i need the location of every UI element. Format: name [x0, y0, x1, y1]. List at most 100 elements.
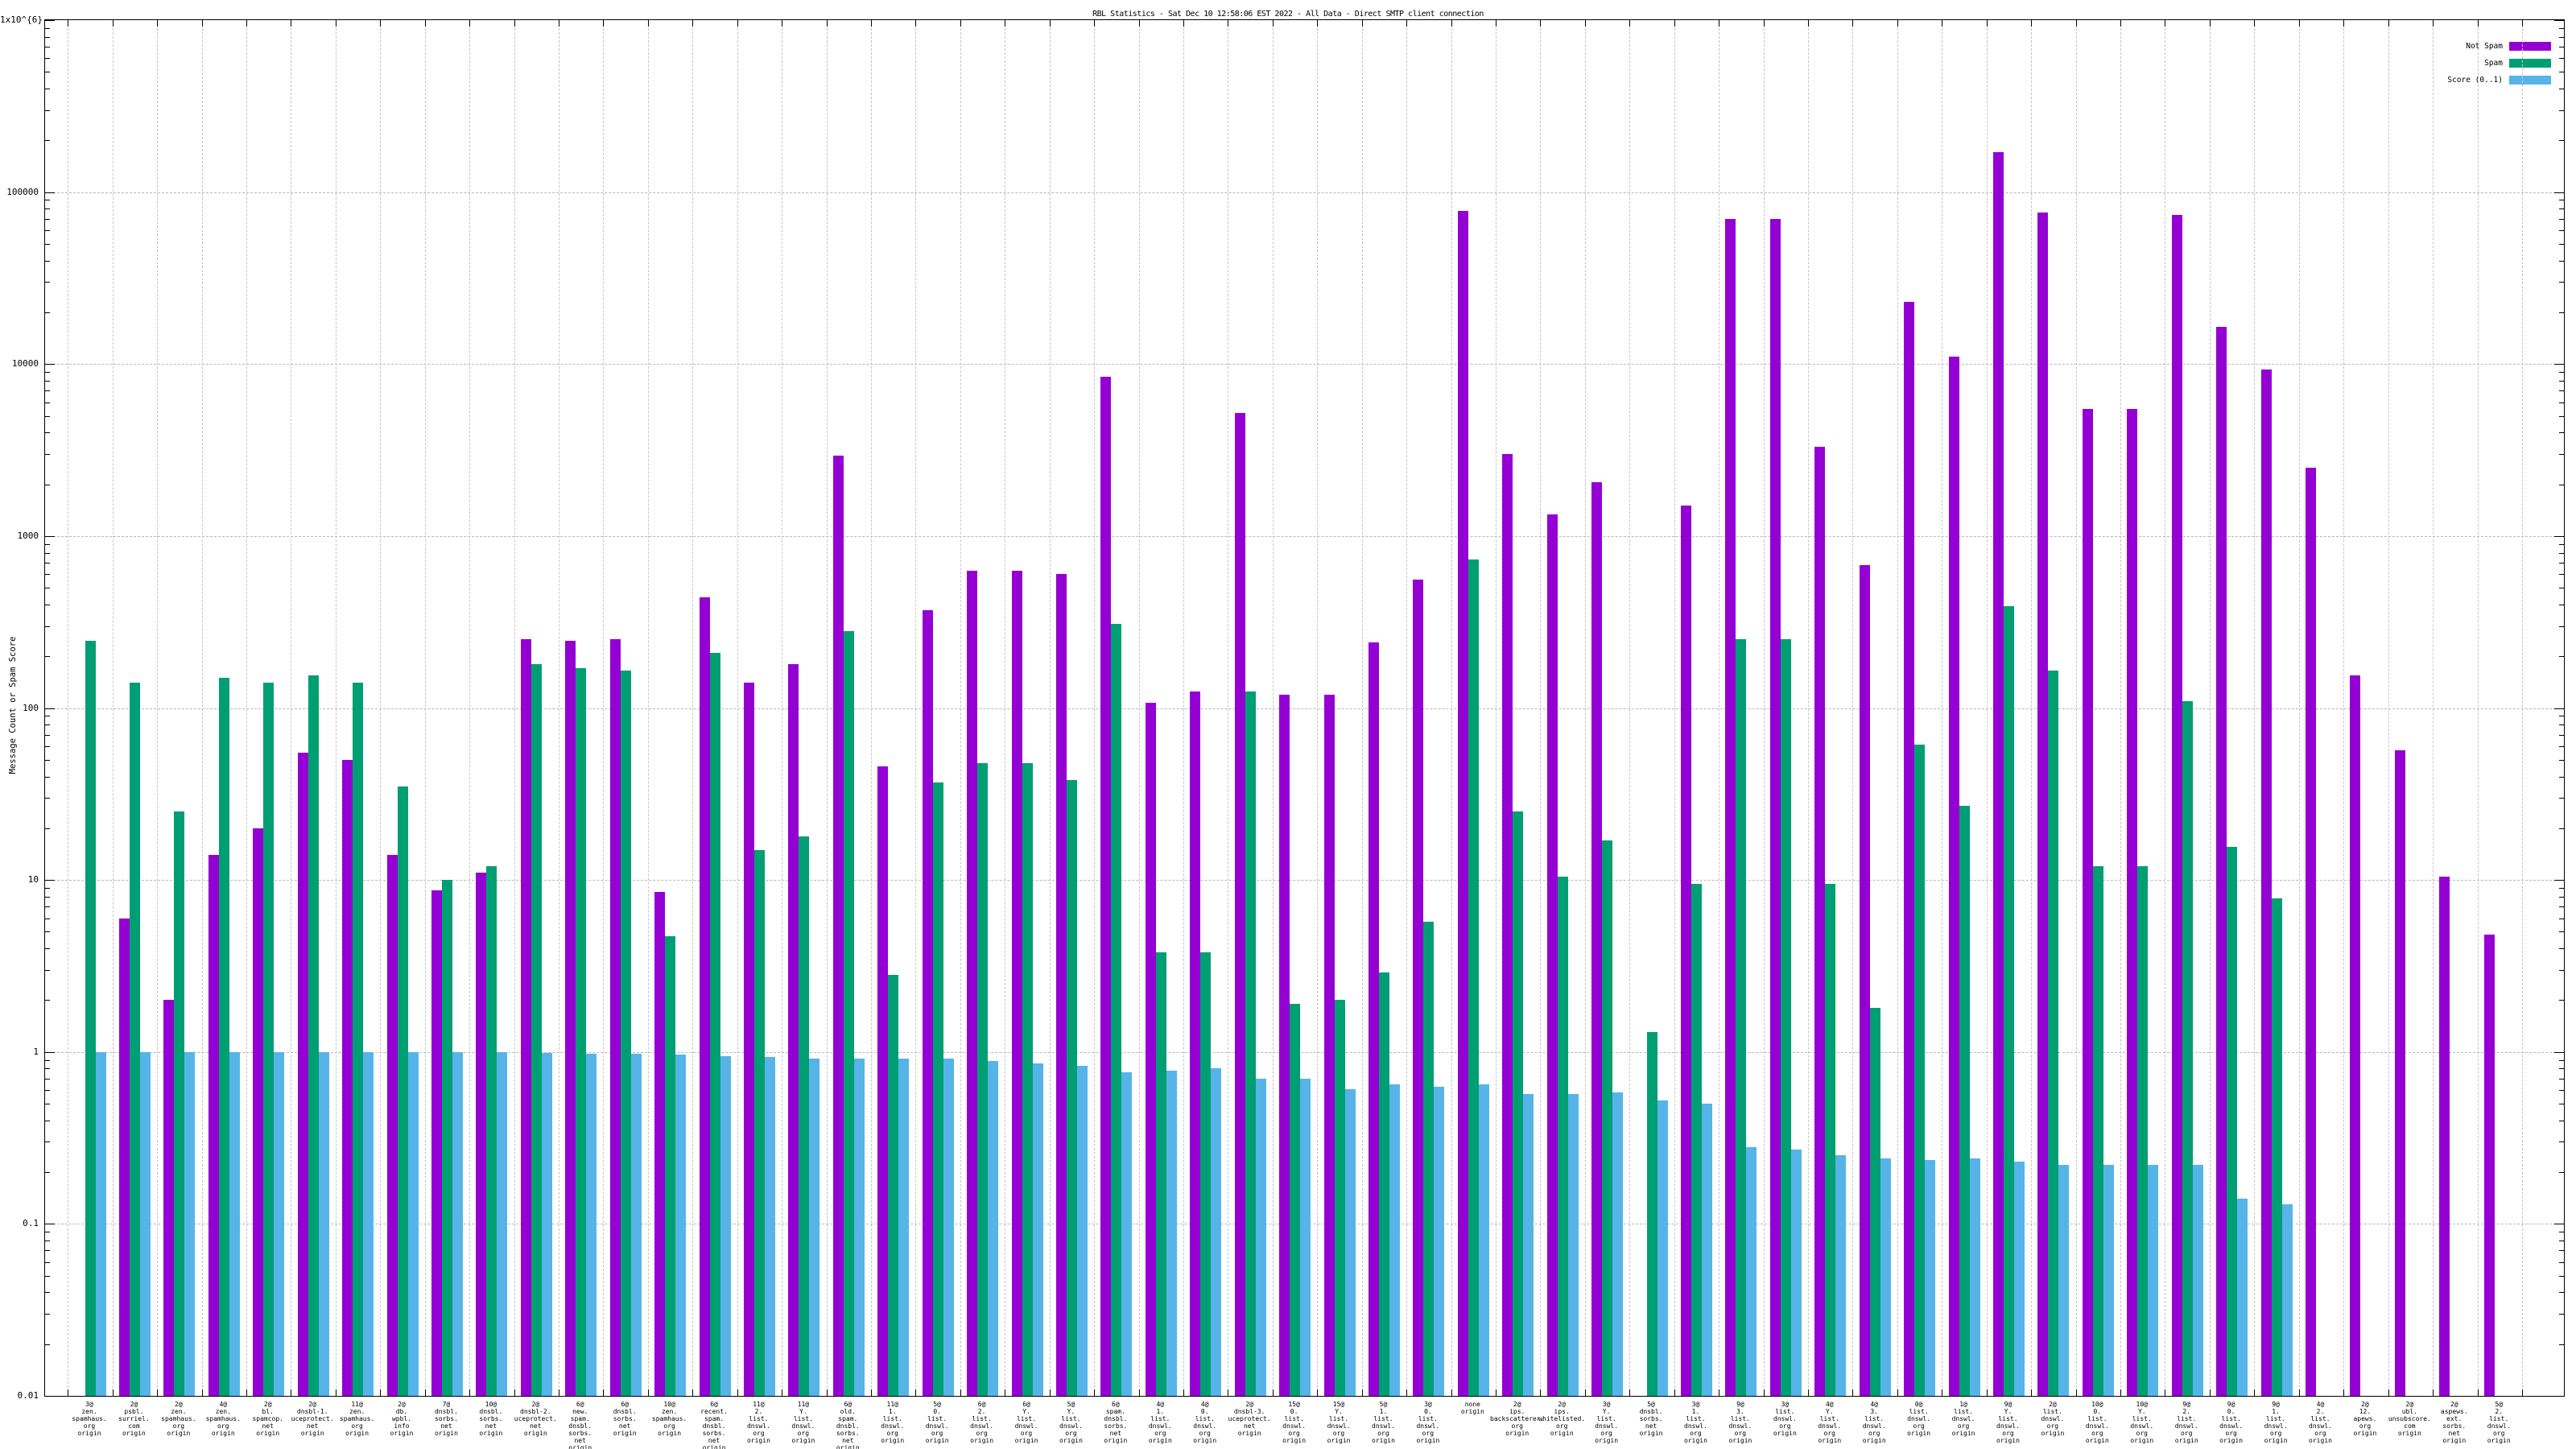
bar-not-spam [297, 752, 308, 1396]
bar-score [1746, 1146, 1757, 1396]
bar-not-spam [1769, 218, 1781, 1396]
bar-not-spam [788, 663, 799, 1396]
bar-score [1790, 1150, 1802, 1396]
bar-not-spam [386, 854, 398, 1396]
bar-not-spam [431, 890, 442, 1396]
y-minor-tick [45, 543, 50, 545]
y-minor-tick [45, 1000, 50, 1001]
y-minor-tick [45, 1344, 50, 1345]
bar-score [898, 1059, 910, 1396]
y-minor-tick [45, 415, 50, 417]
x-bottom-tick [1451, 1389, 1452, 1396]
x-axis-group-label-line: origin [836, 1444, 860, 1449]
legend-label: Score (0..1) [2447, 76, 2503, 85]
bar-spam [1022, 762, 1033, 1396]
bar-not-spam [208, 854, 219, 1396]
y-major-tick [45, 708, 55, 709]
x-axis-group-label-line: origin [1862, 1437, 1886, 1444]
y-minor-tick [2559, 887, 2564, 889]
y-tick-label: 1000 [17, 530, 39, 541]
x-bottom-tick [1852, 1389, 1854, 1396]
bar-not-spam [1859, 564, 1870, 1396]
y-minor-tick [45, 1068, 50, 1070]
chart-title: RBL Statistics - Sat Dec 10 12:58:06 EST… [1092, 10, 1484, 19]
x-gridline [424, 20, 426, 1396]
bar-spam [1290, 1004, 1301, 1396]
x-top-tick [1629, 20, 1631, 27]
x-top-tick [112, 20, 114, 27]
y-minor-tick [2559, 415, 2564, 417]
bar-not-spam [2037, 213, 2049, 1396]
bar-score [1612, 1092, 1624, 1396]
bar-score [1344, 1088, 1356, 1396]
x-top-tick [647, 20, 649, 27]
bar-score [1211, 1068, 1222, 1396]
x-gridline [2031, 20, 2033, 1396]
y-minor-tick [2559, 948, 2564, 950]
bar-spam [977, 762, 989, 1396]
bar-not-spam [1011, 570, 1022, 1396]
y-major-tick [2554, 1051, 2564, 1053]
bar-not-spam [877, 766, 889, 1396]
y-minor-tick [2559, 1275, 2564, 1277]
x-gridline [201, 20, 203, 1396]
x-top-tick [2120, 20, 2122, 27]
y-minor-tick [45, 1250, 50, 1252]
y-minor-tick [45, 230, 50, 232]
x-axis-group-label-line: dnswl. [1416, 1422, 1440, 1430]
bar-score [139, 1051, 151, 1396]
y-minor-tick [45, 372, 50, 374]
x-top-tick [2433, 20, 2434, 27]
y-minor-tick [2559, 896, 2564, 898]
bar-score [2013, 1162, 2025, 1396]
y-minor-tick [45, 1314, 50, 1315]
bar-spam [620, 671, 631, 1396]
y-minor-tick [2559, 380, 2564, 382]
x-axis-group-label-line: origin [2309, 1437, 2332, 1444]
y-major-tick [2554, 20, 2564, 21]
bar-spam [218, 677, 229, 1396]
x-bottom-tick [2477, 1389, 2479, 1396]
bar-not-spam [2483, 935, 2495, 1396]
bar-score [720, 1055, 731, 1396]
bar-score [318, 1051, 329, 1396]
x-axis-group-label: 5@ 2. list. dnswl. org origin [2467, 1401, 2531, 1444]
bar-score [1835, 1155, 1847, 1396]
bar-score [497, 1051, 508, 1396]
x-top-tick [915, 20, 917, 27]
bar-spam [1066, 780, 1077, 1396]
y-minor-tick [2559, 1292, 2564, 1294]
x-bottom-tick [826, 1389, 828, 1396]
x-gridline [514, 20, 515, 1396]
y-minor-tick [45, 828, 50, 829]
y-minor-tick [2559, 776, 2564, 778]
y-tick-label: 10 [27, 874, 39, 886]
x-top-tick [514, 20, 515, 27]
bar-score [1523, 1093, 1534, 1396]
bar-not-spam [1457, 210, 1468, 1396]
x-top-tick [424, 20, 426, 27]
x-axis-group-label-line: 2. [2495, 1408, 2504, 1415]
bar-spam [1378, 972, 1389, 1396]
y-minor-tick [2559, 969, 2564, 971]
bar-score [1567, 1093, 1579, 1396]
y-tick-label: 1 [33, 1046, 39, 1057]
x-bottom-tick [1808, 1389, 1810, 1396]
y-minor-tick [2559, 1059, 2564, 1061]
x-top-tick [2075, 20, 2077, 27]
bar-spam [441, 880, 452, 1396]
y-minor-tick [2559, 543, 2564, 545]
x-gridline [692, 20, 694, 1396]
y-minor-tick [45, 734, 50, 736]
x-top-tick [826, 20, 828, 27]
legend-row: Spam [2484, 55, 2551, 68]
x-bottom-tick [603, 1389, 605, 1396]
y-minor-tick [2559, 1172, 2564, 1174]
bar-spam [932, 782, 943, 1396]
y-minor-tick [45, 1292, 50, 1294]
bar-not-spam [2216, 326, 2227, 1396]
y-minor-tick [2559, 798, 2564, 799]
bar-spam [1111, 623, 1122, 1396]
y-major-tick [45, 1396, 55, 1397]
bar-spam [1914, 745, 1926, 1396]
